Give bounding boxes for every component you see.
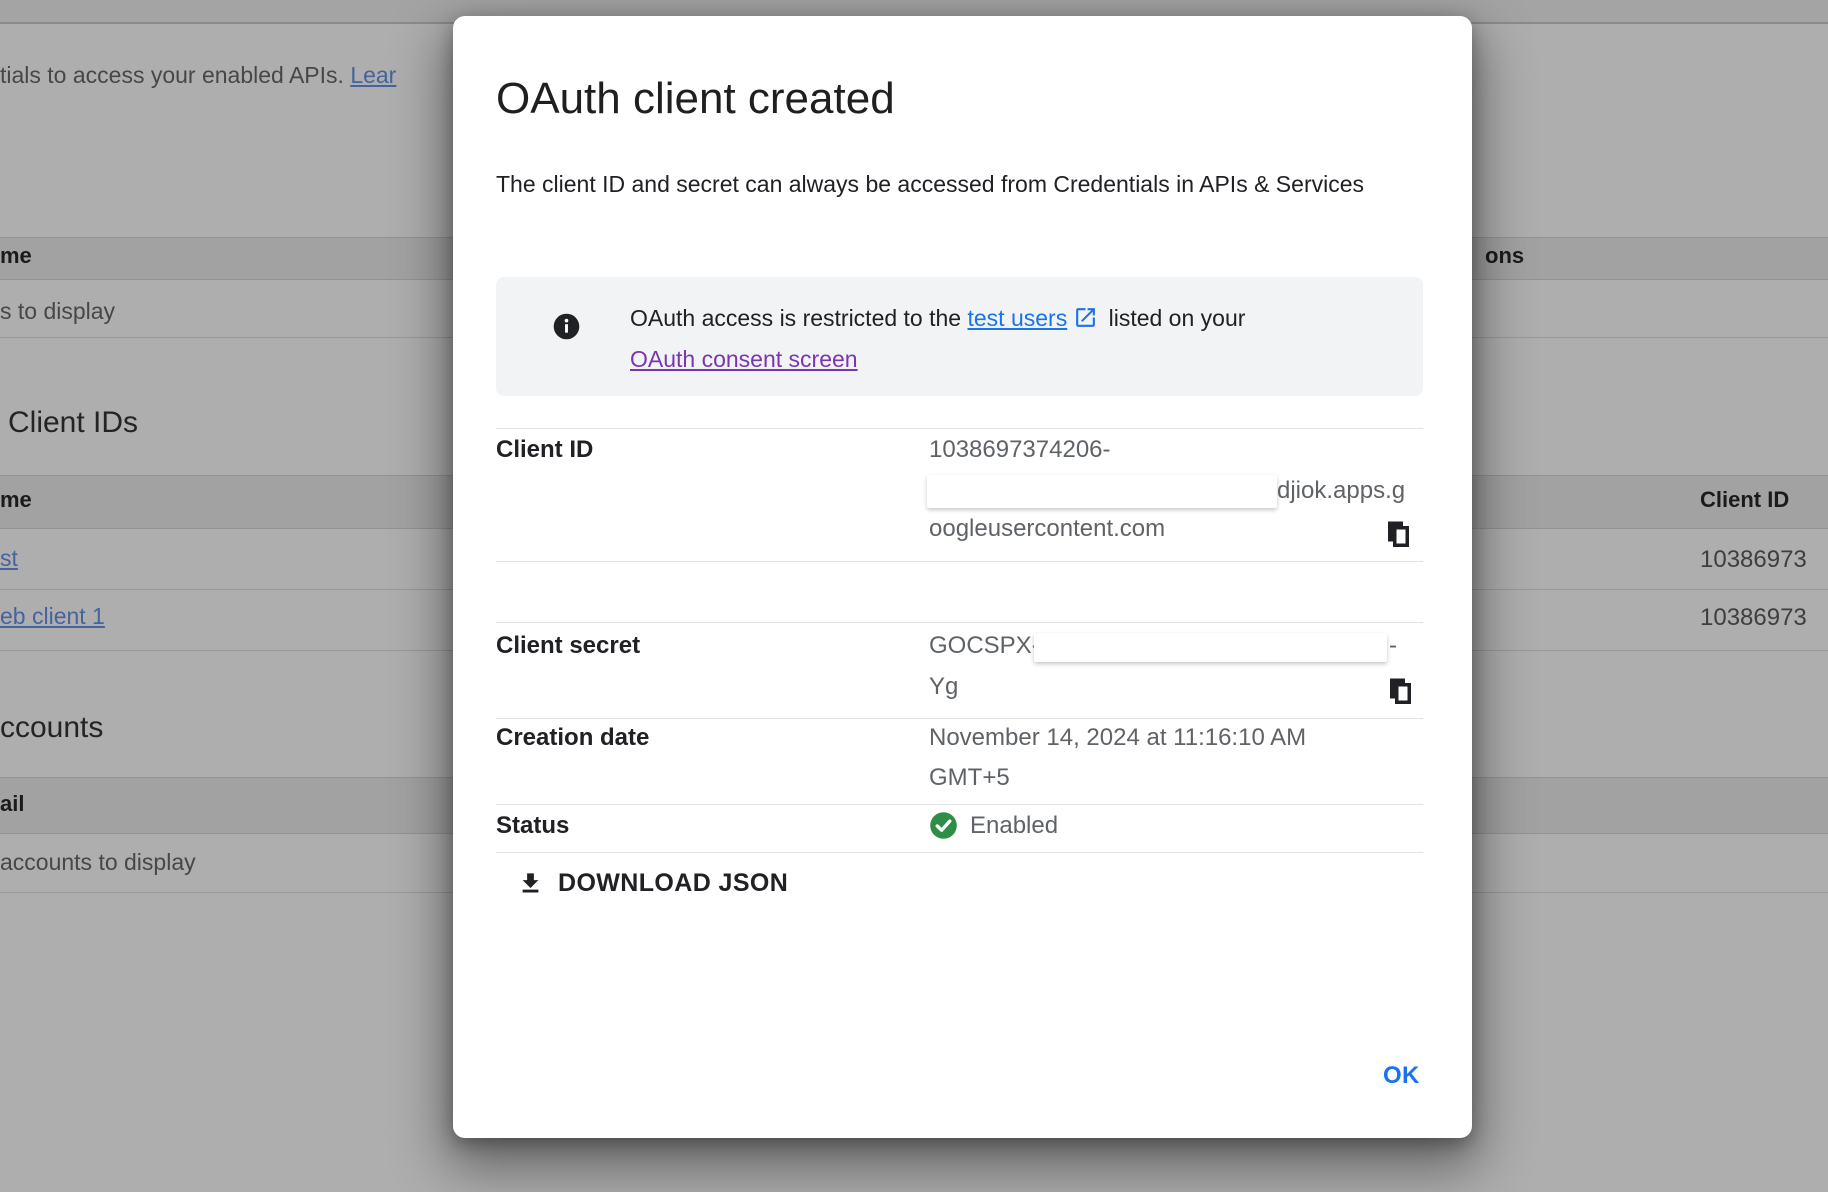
creation-date-line1: November 14, 2024 at 11:16:10 AM — [929, 724, 1306, 752]
status-enabled-check-icon — [929, 811, 958, 840]
copy-client-secret-icon[interactable] — [1385, 676, 1415, 706]
download-icon — [517, 870, 544, 897]
oauth-client-ids-heading: Client IDs — [8, 406, 138, 440]
credentials-intro-text: tials to access your enabled APIs. Lear — [0, 62, 396, 89]
oauth-clientid-header: Client ID — [1700, 487, 1789, 513]
download-json-button[interactable]: DOWNLOAD JSON — [517, 869, 788, 898]
ok-button[interactable]: OK — [1369, 1054, 1434, 1098]
client-secret-prefix: GOCSPX- — [929, 632, 1040, 660]
client-secret-label: Client secret — [496, 632, 640, 660]
dialog-title: OAuth client created — [496, 73, 895, 125]
client-id-line3: oogleusercontent.com — [929, 515, 1165, 543]
divider — [496, 804, 1423, 805]
notice-text: OAuth access is restricted to the test u… — [630, 298, 1410, 380]
client-id-line2-suffix: djiok.apps.g — [1277, 477, 1405, 505]
oauth-client-created-dialog: OAuth client created The client ID and s… — [453, 16, 1472, 1138]
learn-more-link[interactable]: Lear — [350, 62, 396, 88]
client-id-line1: 1038697374206- — [929, 436, 1111, 464]
client-id-redaction-box — [927, 475, 1277, 508]
test-users-link[interactable]: test users — [967, 305, 1067, 331]
client-secret-line2: Yg — [929, 673, 958, 701]
oauth-client-id-value: 10386973 — [1700, 546, 1807, 574]
open-in-new-icon[interactable] — [1073, 305, 1098, 330]
oauth-name-header: me — [0, 487, 32, 513]
divider — [496, 561, 1423, 562]
service-accounts-heading: ccounts — [0, 711, 103, 745]
download-json-label: DOWNLOAD JSON — [558, 869, 788, 898]
api-keys-name-header: me — [0, 243, 32, 269]
oauth-client-link[interactable]: st — [0, 545, 18, 572]
oauth-client-link[interactable]: eb client 1 — [0, 603, 105, 630]
notice-text-before: OAuth access is restricted to the — [630, 305, 967, 331]
divider — [496, 852, 1423, 853]
intro-text: tials to access your enabled APIs. — [0, 62, 350, 88]
status-value: Enabled — [970, 812, 1058, 840]
creation-date-label: Creation date — [496, 724, 649, 752]
client-id-label: Client ID — [496, 436, 593, 464]
service-accounts-email-header: ail — [0, 791, 24, 817]
notice-text-after: listed on your — [1102, 305, 1245, 331]
status-label: Status — [496, 812, 569, 840]
client-secret-redaction-box — [1034, 633, 1387, 662]
divider — [496, 428, 1423, 429]
oauth-consent-screen-link[interactable]: OAuth consent screen — [630, 339, 1410, 380]
copy-client-id-icon[interactable] — [1383, 519, 1413, 549]
api-keys-actions-header: ons — [1485, 243, 1524, 269]
client-secret-suffix: - — [1389, 632, 1397, 660]
info-icon — [552, 312, 581, 341]
creation-date-line2: GMT+5 — [929, 764, 1010, 792]
oauth-client-id-value: 10386973 — [1700, 604, 1807, 632]
api-keys-empty-row: s to display — [0, 298, 115, 325]
dialog-description: The client ID and secret can always be a… — [496, 164, 1396, 205]
service-accounts-empty-row: accounts to display — [0, 849, 196, 876]
divider — [496, 718, 1423, 719]
divider — [496, 622, 1423, 623]
